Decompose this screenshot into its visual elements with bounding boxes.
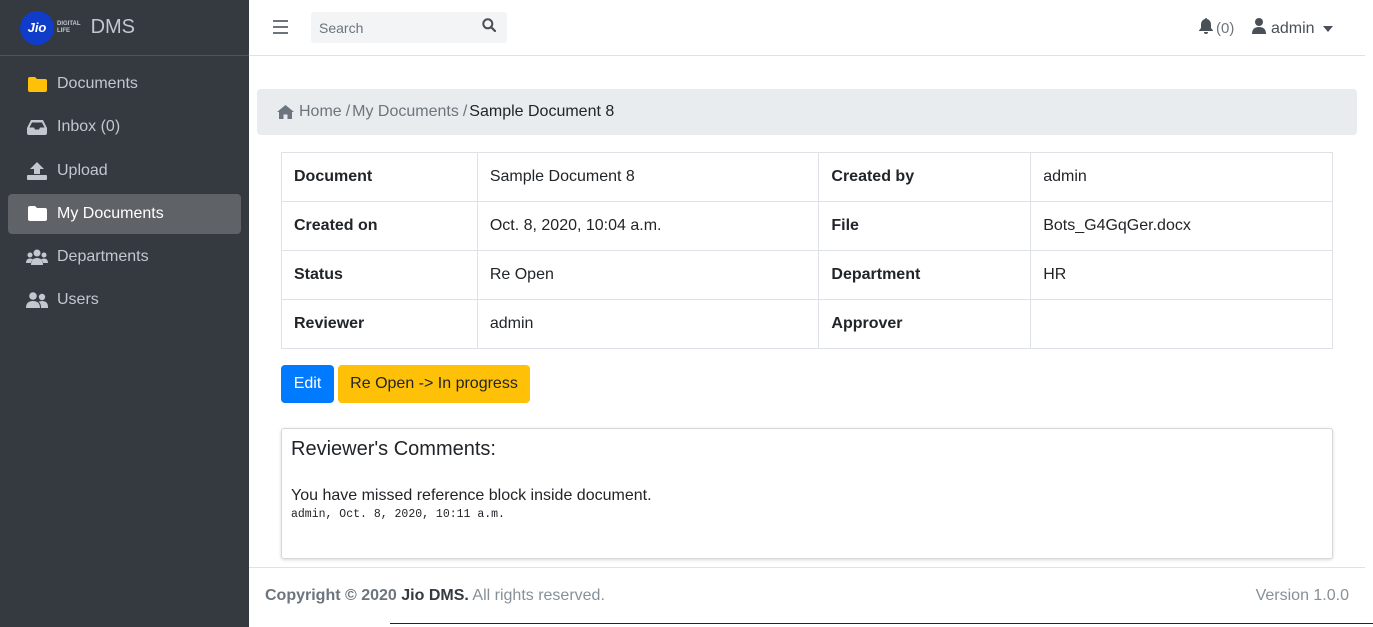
menu-toggle-icon[interactable]	[273, 20, 288, 34]
value-reviewer: admin	[476, 299, 820, 349]
label-reviewer: Reviewer	[281, 299, 478, 349]
edit-button[interactable]: Edit	[281, 365, 334, 403]
footer: Copyright © 2020 Jio DMS. All rights res…	[249, 567, 1365, 624]
logo-subtitle: DIGITAL LIFE	[57, 20, 81, 34]
table-row: Status Re Open Department HR	[281, 250, 1333, 300]
table-row: Created on Oct. 8, 2020, 10:04 a.m. File…	[281, 201, 1333, 251]
bell-icon	[1199, 18, 1213, 38]
footer-brand-link[interactable]: Jio DMS.	[401, 587, 469, 604]
inbox-icon	[26, 118, 48, 136]
search-bar	[311, 12, 507, 43]
chevron-down-icon	[1322, 25, 1333, 32]
value-file: Bots_G4GqGer.docx	[1030, 201, 1333, 251]
sidebar-item-label: Documents	[57, 75, 138, 92]
sidebar-item-inbox[interactable]: Inbox (0)	[8, 107, 241, 147]
value-department: HR	[1030, 250, 1333, 300]
sidebar-item-label: Upload	[57, 161, 108, 179]
notifications-button[interactable]: (0)	[1199, 18, 1234, 38]
label-document: Document	[281, 152, 478, 202]
sidebar-item-label: Inbox (0)	[57, 118, 121, 136]
document-details-table: Document Sample Document 8 Created by ad…	[281, 152, 1333, 349]
sidebar-item-departments[interactable]: Departments	[8, 237, 241, 277]
value-status: Re Open	[476, 250, 820, 300]
value-document: Sample Document 8	[476, 152, 820, 202]
breadcrumb-separator: /	[345, 103, 351, 120]
label-status: Status	[281, 250, 478, 300]
label-approver: Approver	[818, 299, 1032, 349]
sidebar-item-users[interactable]: Users	[8, 280, 241, 320]
brand-link[interactable]: Jio DIGITAL LIFE DMS	[0, 0, 249, 56]
footer-version: Version 1.0.0	[1255, 587, 1349, 604]
value-approver	[1030, 299, 1333, 349]
folder-open-icon	[26, 205, 48, 223]
breadcrumb-home[interactable]: Home	[299, 103, 342, 121]
users-group-icon	[26, 248, 48, 266]
sidebar-item-label: My Documents	[57, 204, 164, 222]
users-icon	[26, 291, 48, 309]
comment-text: You have missed reference block inside d…	[291, 487, 652, 504]
search-input[interactable]	[311, 19, 471, 36]
top-navbar: (0) admin	[249, 0, 1365, 56]
upload-icon	[26, 161, 48, 180]
brand-name: DMS	[90, 16, 136, 38]
home-icon	[277, 105, 294, 119]
sidebar-item-label: Users	[57, 291, 99, 309]
jio-logo: Jio	[20, 10, 54, 45]
footer-copyright: Copyright © 2020 Jio DMS. All rights res…	[265, 587, 605, 605]
copyright-text: Copyright © 2020	[265, 587, 397, 604]
sidebar-item-documents[interactable]: Documents	[8, 64, 241, 104]
table-row: Reviewer admin Approver	[281, 299, 1333, 349]
status-transition-button[interactable]: Re Open -> In progress	[338, 365, 530, 403]
sidebar-nav: Documents Inbox (0) Upload My Documents …	[0, 56, 249, 332]
comment-meta: admin, Oct. 8, 2020, 10:11 a.m.	[291, 508, 505, 521]
label-created-on: Created on	[281, 201, 478, 251]
user-icon	[1252, 18, 1266, 39]
folder-icon	[26, 75, 48, 93]
label-department: Department	[818, 250, 1032, 300]
table-row: Document Sample Document 8 Created by ad…	[281, 152, 1333, 202]
sidebar-item-my-documents[interactable]: My Documents	[8, 193, 241, 234]
sidebar-item-label: Departments	[57, 248, 149, 266]
bottom-divider	[390, 623, 1373, 627]
page-edge	[1365, 0, 1373, 627]
reviewer-comments-card: Reviewer's Comments: You have missed ref…	[281, 428, 1333, 559]
sidebar-item-upload[interactable]: Upload	[8, 151, 241, 191]
comments-title: Reviewer's Comments:	[291, 438, 496, 460]
breadcrumb-current: Sample Document 8	[469, 103, 615, 120]
breadcrumb-separator: /	[462, 103, 468, 120]
breadcrumb-my-documents[interactable]: My Documents	[352, 103, 459, 121]
value-created-by: admin	[1030, 152, 1333, 202]
breadcrumb: Home / My Documents / Sample Document 8	[257, 89, 1357, 135]
search-button[interactable]	[471, 12, 507, 43]
notification-count: (0)	[1216, 19, 1235, 37]
label-created-by: Created by	[818, 152, 1032, 202]
label-file: File	[818, 201, 1032, 251]
user-name: admin	[1271, 19, 1315, 37]
rights-text: All rights reserved.	[472, 587, 605, 604]
search-icon	[482, 18, 497, 37]
sidebar: Jio DIGITAL LIFE DMS Documents Inbox (0)…	[0, 0, 249, 627]
value-created-on: Oct. 8, 2020, 10:04 a.m.	[476, 201, 820, 251]
user-menu[interactable]: admin	[1252, 18, 1333, 39]
